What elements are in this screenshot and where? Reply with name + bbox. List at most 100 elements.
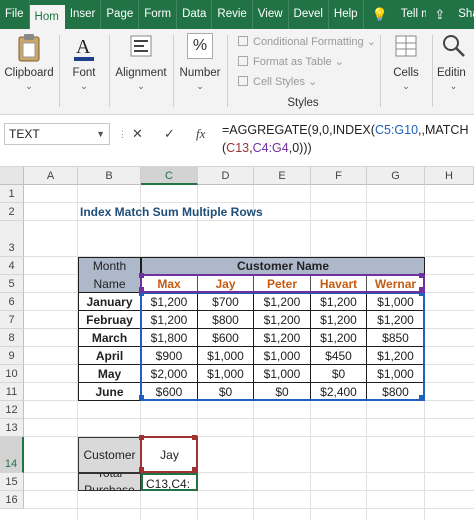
column-header-f[interactable]: F (311, 167, 367, 185)
ribbon-tab-view[interactable]: View (253, 0, 289, 29)
formula-input[interactable]: =AGGREGATE(9,0,INDEX(C5:G10,,MATCH(C13,C… (222, 121, 472, 157)
column-header-e[interactable]: E (254, 167, 311, 185)
chevron-down-icon[interactable]: ▼ (96, 124, 105, 144)
column-header-d[interactable]: D (198, 167, 254, 185)
table-cell[interactable]: $1,000 (254, 365, 311, 383)
ribbon-tab-file[interactable]: File (0, 0, 30, 29)
table-cell[interactable]: $1,200 (254, 311, 311, 329)
customer-label-cell[interactable]: Customer (78, 437, 141, 473)
month-name-header[interactable]: Month Name (78, 257, 141, 293)
table-cell[interactable]: $1,200 (367, 347, 425, 365)
cells-group[interactable]: Cells ⌄ (381, 29, 431, 115)
sheet-title[interactable]: Index Match Sum Multiple Rows (78, 203, 367, 221)
table-cell[interactable]: $1,000 (198, 365, 254, 383)
row-header-5[interactable]: 5 (0, 275, 24, 293)
table-cell[interactable]: $600 (198, 329, 254, 347)
column-header-h[interactable]: H (425, 167, 474, 185)
table-cell[interactable]: $1,200 (254, 329, 311, 347)
table-cell[interactable]: $900 (141, 347, 198, 365)
row-header-4[interactable]: 4 (0, 257, 24, 275)
table-cell[interactable]: $0 (198, 383, 254, 401)
insert-function-icon[interactable]: fx (196, 123, 205, 145)
font-group[interactable]: A Font ⌄ (60, 29, 108, 115)
table-cell[interactable]: $1,200 (141, 311, 198, 329)
table-cell[interactable]: $800 (198, 311, 254, 329)
customer-name-cell[interactable]: Max (141, 275, 198, 293)
ribbon-tab-form[interactable]: Form (139, 0, 178, 29)
ribbon-tab-page[interactable]: Page (101, 0, 140, 29)
tell-me-box[interactable]: Tell me (396, 0, 427, 29)
table-cell[interactable]: $1,000 (198, 347, 254, 365)
customer-name-cell[interactable]: Havart (311, 275, 367, 293)
table-cell[interactable]: $1,200 (367, 311, 425, 329)
column-header-g[interactable]: G (367, 167, 425, 185)
table-cell[interactable]: $600 (141, 383, 198, 401)
table-cell[interactable]: $1,000 (254, 347, 311, 365)
month-cell[interactable]: April (78, 347, 141, 365)
row-header-12[interactable]: 12 (0, 401, 24, 419)
table-cell[interactable]: $2,000 (141, 365, 198, 383)
row-header-15[interactable]: 15 (0, 473, 24, 491)
table-cell[interactable]: $850 (367, 329, 425, 347)
share-button[interactable]: Shar (453, 0, 474, 29)
cell-styles-button[interactable]: Cell Styles ⌄ (238, 75, 317, 88)
row-header-11[interactable]: 11 (0, 383, 24, 401)
table-cell[interactable]: $1,000 (367, 365, 425, 383)
table-cell[interactable]: $0 (254, 383, 311, 401)
conditional-formatting-button[interactable]: Conditional Formatting ⌄ (238, 35, 376, 48)
row-header-13[interactable]: 13 (0, 419, 24, 437)
worksheet-grid[interactable]: A B C D E F G H 1 2 3 4 5 6 7 8 9 10 11 12 13 14 15 16 Index Mat… (0, 167, 474, 520)
row-header-7[interactable]: 7 (0, 311, 24, 329)
column-header-c[interactable]: C (141, 167, 198, 185)
select-all-corner[interactable] (0, 167, 24, 185)
customer-lookup-cell[interactable]: Jay (141, 437, 198, 473)
customer-name-cell[interactable]: Jay (198, 275, 254, 293)
row-header-2[interactable]: 2 (0, 203, 24, 221)
lightbulb-icon[interactable]: 💡 (364, 7, 396, 23)
table-cell[interactable]: $1,200 (311, 329, 367, 347)
customer-name-header[interactable]: Customer Name (141, 257, 425, 275)
row-header-3[interactable]: 3 (0, 221, 24, 257)
number-group[interactable]: % Number ⌄ (174, 29, 226, 115)
row-header-8[interactable]: 8 (0, 329, 24, 347)
row-header-9[interactable]: 9 (0, 347, 24, 365)
column-header-a[interactable]: A (24, 167, 78, 185)
row-header-10[interactable]: 10 (0, 365, 24, 383)
table-cell[interactable]: $1,200 (254, 293, 311, 311)
name-box[interactable]: TEXT ▼ (4, 123, 110, 145)
table-cell[interactable]: $1,200 (311, 293, 367, 311)
ribbon-tab-hom[interactable]: Hom (29, 5, 65, 29)
alignment-group[interactable]: Alignment ⌄ (110, 29, 172, 115)
table-cell[interactable]: $1,800 (141, 329, 198, 347)
ribbon-tab-revie[interactable]: Revie (212, 0, 253, 29)
column-header-b[interactable]: B (78, 167, 141, 185)
row-header-14[interactable]: 14 (0, 437, 24, 473)
month-cell[interactable]: June (78, 383, 141, 401)
row-header-6[interactable]: 6 (0, 293, 24, 311)
table-cell[interactable]: $2,400 (311, 383, 367, 401)
customer-name-cell[interactable]: Peter (254, 275, 311, 293)
share-icon[interactable]: ⇪ (426, 7, 453, 23)
table-cell[interactable]: $1,000 (367, 293, 425, 311)
enter-icon[interactable]: ✓ (164, 123, 175, 145)
table-cell[interactable]: $450 (311, 347, 367, 365)
month-cell[interactable]: March (78, 329, 141, 347)
format-as-table-button[interactable]: Format as Table ⌄ (238, 55, 344, 68)
ribbon-tab-inser[interactable]: Inser (65, 0, 102, 29)
table-cell[interactable]: $700 (198, 293, 254, 311)
customer-name-cell[interactable]: Wernar (367, 275, 425, 293)
clipboard-group[interactable]: Clipboard ⌄ (0, 29, 58, 115)
ribbon-tab-help[interactable]: Help (329, 0, 364, 29)
ribbon-tab-devel[interactable]: Devel (289, 0, 329, 29)
cancel-icon[interactable]: ✕ (132, 123, 143, 145)
month-cell[interactable]: May (78, 365, 141, 383)
total-purchase-label-cell[interactable]: Total Purchase (78, 473, 141, 491)
table-cell[interactable]: $1,200 (141, 293, 198, 311)
month-cell[interactable]: Februay (78, 311, 141, 329)
row-header-1[interactable]: 1 (0, 185, 24, 203)
ribbon-tab-data[interactable]: Data (177, 0, 213, 29)
editing-group[interactable]: Editin ⌄ (433, 29, 474, 115)
table-cell[interactable]: $1,200 (311, 311, 367, 329)
table-cell[interactable]: $0 (311, 365, 367, 383)
active-editing-cell[interactable]: C13,C4: G4,0))) (141, 473, 198, 491)
